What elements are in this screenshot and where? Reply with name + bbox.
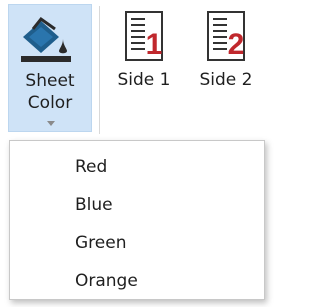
side-1-button[interactable]: 1 Side 1 — [108, 4, 180, 132]
ribbon-group: Sheet Color 1 Side 1 2 Side 2 — [0, 0, 274, 134]
side-1-label: Side 1 — [117, 70, 171, 90]
side-2-button[interactable]: 2 Side 2 — [190, 4, 262, 132]
dropdown-arrow-icon[interactable] — [47, 121, 55, 127]
paint-bucket-icon — [21, 16, 71, 62]
sheet-color-label-line1: Sheet — [25, 71, 75, 91]
menu-item-orange[interactable]: Orange — [11, 263, 263, 299]
side-2-label: Side 2 — [199, 70, 253, 90]
sheet-color-dropdown-menu: Red Blue Green Orange — [9, 140, 265, 300]
menu-item-red[interactable]: Red — [11, 149, 263, 185]
ribbon-separator — [99, 6, 100, 134]
sheet-side-2-icon: 2 — [207, 11, 245, 61]
svg-text:1: 1 — [146, 28, 163, 61]
sheet-color-label-line2: Color — [27, 93, 73, 113]
svg-text:2: 2 — [228, 28, 245, 61]
sheet-side-1-icon: 1 — [125, 11, 163, 61]
sheet-color-button[interactable]: Sheet Color — [8, 4, 92, 132]
menu-item-blue[interactable]: Blue — [11, 187, 263, 223]
menu-item-green[interactable]: Green — [11, 225, 263, 261]
